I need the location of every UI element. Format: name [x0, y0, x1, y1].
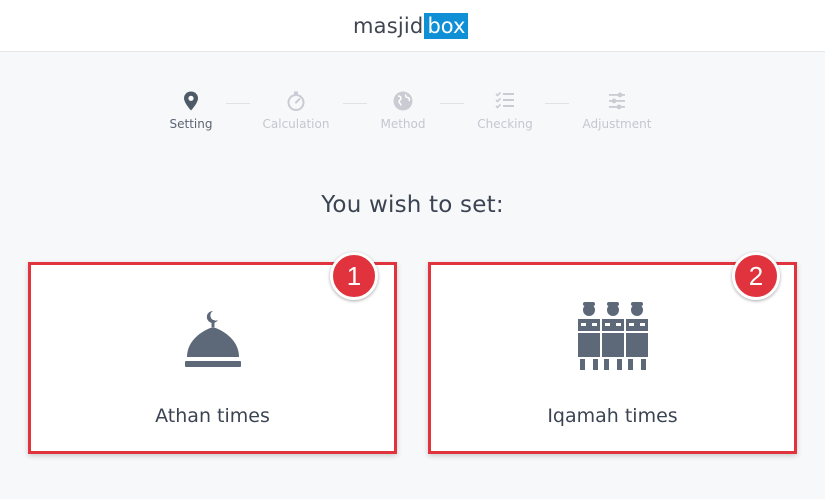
- map-pin-icon: [184, 91, 198, 111]
- mosque-dome-icon: [184, 310, 241, 367]
- step-label: Setting: [169, 117, 213, 131]
- step-adjustment[interactable]: Adjustment: [567, 90, 667, 131]
- step-connector: [545, 103, 569, 104]
- sliders-icon: [609, 92, 625, 110]
- logo-text: masjid: [353, 14, 424, 38]
- globe-icon: [393, 91, 413, 111]
- top-header: masjid box: [0, 0, 825, 52]
- masjidbox-logo[interactable]: masjid box: [353, 13, 469, 39]
- step-setting[interactable]: Setting: [141, 90, 241, 131]
- step-calculation[interactable]: Calculation: [246, 90, 346, 131]
- page-heading: You wish to set:: [321, 192, 504, 218]
- praying-people-icon: [577, 302, 648, 370]
- step-label: Method: [380, 117, 426, 131]
- checklist-icon: [495, 91, 514, 109]
- stopwatch-icon: [287, 91, 305, 111]
- step-method[interactable]: Method: [353, 90, 453, 131]
- athan-times-label: Athan times: [155, 405, 270, 427]
- step-badge-1: 1: [330, 252, 378, 300]
- step-checking[interactable]: Checking: [455, 90, 555, 131]
- iqamah-times-label: Iqamah times: [547, 405, 678, 427]
- logo-box: box: [424, 13, 469, 39]
- step-badge-2: 2: [732, 252, 780, 300]
- step-label: Checking: [477, 117, 533, 131]
- step-label: Calculation: [262, 117, 330, 131]
- step-label: Adjustment: [582, 117, 652, 131]
